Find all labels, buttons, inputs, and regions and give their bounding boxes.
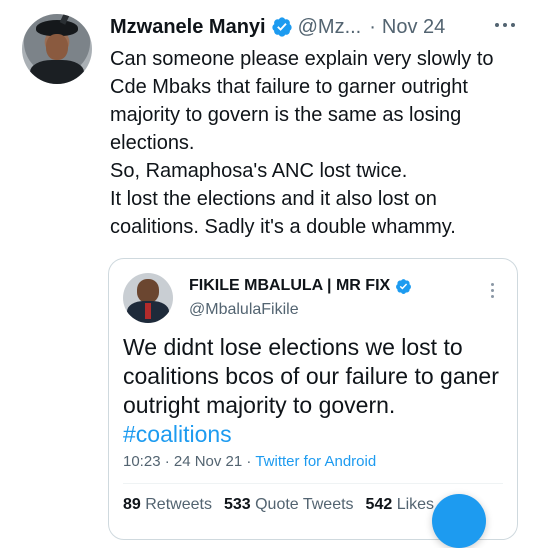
quoted-author-avatar[interactable] <box>123 273 173 323</box>
quoted-line: outright majority to govern. <box>123 392 396 418</box>
tweet-line: Cde Mbaks that failure to garner outrigh… <box>110 76 468 98</box>
quote-tweets-count: 533 <box>223 496 251 513</box>
quoted-author-handle[interactable]: @MbalulaFikile <box>189 301 299 319</box>
quoted-line: coalitions bcos of our failure to ganer <box>123 363 499 389</box>
author-avatar[interactable] <box>22 14 92 84</box>
tweet-line: So, Ramaphosa's ANC lost twice. <box>110 160 408 182</box>
tweet-line: coalitions. Sadly it's a double whammy. <box>110 216 456 238</box>
quote-tweets-label: Quote Tweets <box>255 496 354 513</box>
quoted-tweet-text: We didnt lose elections we lost to coali… <box>123 333 508 449</box>
likes-stat[interactable]: 542 Likes <box>366 496 435 513</box>
retweets-label: Retweets <box>145 496 212 513</box>
more-options-icon[interactable] <box>491 281 494 299</box>
hashtag-link[interactable]: #coalitions <box>123 420 508 449</box>
quoted-author-name[interactable]: FIKILE MBALULA | MR FIX <box>189 277 390 295</box>
tweet-line: It lost the elections and it also lost o… <box>110 188 437 210</box>
likes-label: Likes <box>396 496 435 513</box>
separator-dot: · <box>369 15 376 38</box>
engagement-stats: 89 Retweets 533 Quote Tweets 542 Likes <box>123 496 434 514</box>
tweet-line: majority to govern is the same as losing <box>110 104 462 126</box>
likes-count: 542 <box>365 496 393 513</box>
retweets-count: 89 <box>123 496 141 513</box>
tweet-line: Can someone please explain very slowly t… <box>110 48 494 70</box>
quoted-tweet-meta: 10:23 · 24 Nov 21 · Twitter for Android <box>123 453 376 470</box>
verified-badge-icon <box>396 278 412 294</box>
author-name[interactable]: Mzwanele Manyi <box>110 16 266 39</box>
quoted-timestamp[interactable]: 10:23 · 24 Nov 21 · <box>123 453 255 470</box>
author-handle[interactable]: @Mz... <box>298 16 362 39</box>
quote-tweets-stat[interactable]: 533 Quote Tweets <box>224 496 354 513</box>
verified-badge-icon <box>271 17 292 37</box>
more-options-icon[interactable] <box>490 12 520 38</box>
retweets-stat[interactable]: 89 Retweets <box>123 496 212 513</box>
tweet-line: elections. <box>110 132 195 154</box>
source-link[interactable]: Twitter for Android <box>255 453 376 470</box>
quoted-line: We didnt lose elections we lost to <box>123 334 463 360</box>
divider <box>123 483 503 484</box>
quoted-author-name-row: FIKILE MBALULA | MR FIX <box>189 277 412 295</box>
tweet-header: Mzwanele Manyi @Mz... · Nov 24 <box>110 12 530 42</box>
compose-tweet-button[interactable] <box>432 494 486 548</box>
tweet-text: Can someone please explain very slowly t… <box>110 45 530 241</box>
tweet-date[interactable]: Nov 24 <box>382 16 445 39</box>
